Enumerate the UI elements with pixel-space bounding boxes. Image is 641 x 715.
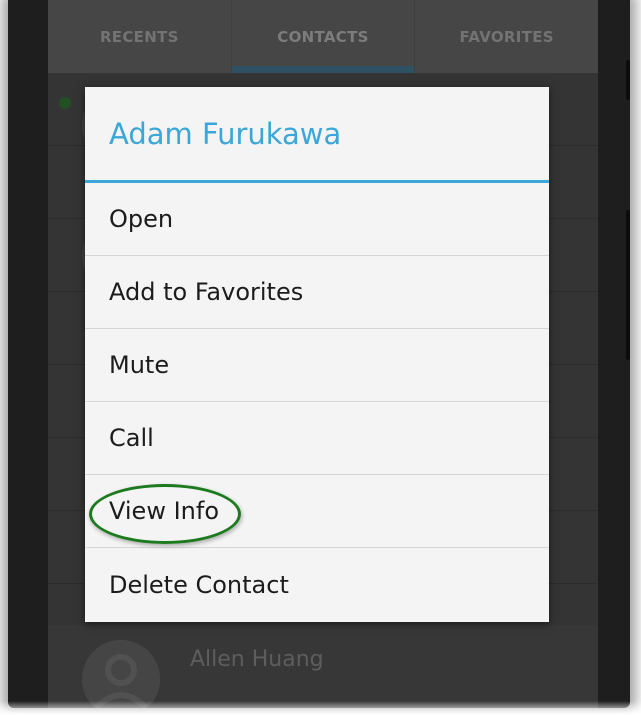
menu-item-call[interactable]: Call: [85, 402, 549, 475]
menu-item-open[interactable]: Open: [85, 183, 549, 256]
contact-options-dialog: Adam Furukawa Open Add to Favorites Mute…: [85, 87, 549, 622]
menu-item-delete-contact[interactable]: Delete Contact: [85, 548, 549, 621]
menu-item-label: Add to Favorites: [109, 278, 304, 306]
menu-item-label: Open: [109, 205, 174, 233]
image-frame: RECENTS CONTACTS FAVORITES Allen Huang A…: [0, 0, 641, 715]
frame-fade: [0, 701, 641, 715]
dialog-title: Adam Furukawa: [85, 87, 549, 183]
menu-item-label: Call: [109, 424, 154, 452]
menu-item-label: View Info: [109, 497, 220, 525]
menu-item-mute[interactable]: Mute: [85, 329, 549, 402]
hardware-key: [626, 60, 630, 100]
menu-item-label: Delete Contact: [109, 570, 289, 599]
menu-item-view-info[interactable]: View Info: [85, 475, 549, 548]
hardware-key: [626, 210, 630, 360]
menu-item-add-to-favorites[interactable]: Add to Favorites: [85, 256, 549, 329]
menu-item-label: Mute: [109, 351, 170, 379]
